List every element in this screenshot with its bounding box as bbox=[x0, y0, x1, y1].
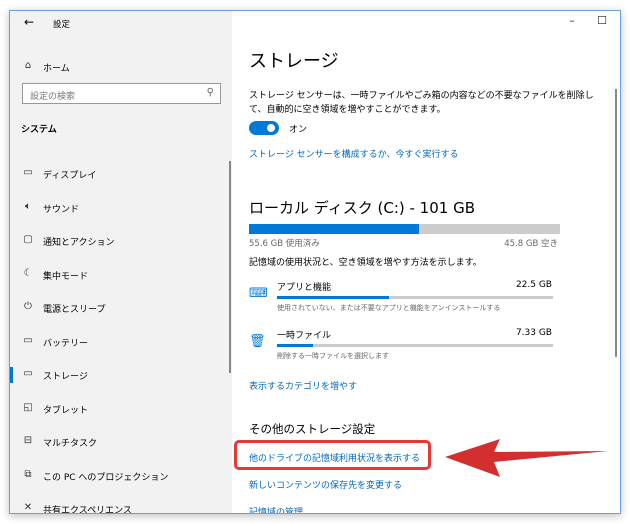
speaker-icon: 🔈︎ bbox=[25, 200, 31, 212]
other-settings-heading: その他のストレージ設定 bbox=[249, 422, 376, 436]
sidebar-item-label: 共有エクスペリエンス bbox=[43, 506, 132, 514]
free-label: 45.8 GB 空き bbox=[504, 239, 558, 249]
projection-icon: ⧉ bbox=[24, 468, 32, 480]
shared-icon: ✕ bbox=[23, 502, 33, 513]
sidebar-item-2[interactable]: ▢ 通知とアクション bbox=[10, 230, 232, 252]
category-bar bbox=[277, 344, 553, 347]
sidebar-item-6[interactable]: ▭ ストレージ bbox=[10, 364, 232, 386]
sidebar-item-7[interactable]: ◱ タブレット bbox=[10, 398, 232, 420]
maximize-button[interactable]: ☐ bbox=[592, 14, 612, 27]
sense-description-2: て、自動的に空き領域を増やすことができます。 bbox=[249, 105, 446, 115]
battery-icon: ▭ bbox=[23, 334, 33, 346]
tablet-icon: ◱ bbox=[23, 401, 33, 413]
search-input[interactable]: 設定の検索 ⚲ bbox=[22, 83, 221, 104]
home-label: ホーム bbox=[43, 64, 70, 74]
sidebar-item-label: バッテリー bbox=[43, 338, 89, 349]
sidebar-item-label: 集中モード bbox=[43, 271, 89, 282]
main-scrollbar[interactable] bbox=[615, 89, 617, 357]
sidebar-item-label: 電源とスリープ bbox=[43, 305, 106, 315]
category-description: 削除する一時ファイルを選択します bbox=[277, 352, 389, 360]
manage-storage-link[interactable]: 記憶域の管理 bbox=[249, 505, 303, 513]
trash-icon: 🗑︎ bbox=[249, 334, 266, 349]
moon-icon: ☾ bbox=[23, 267, 33, 279]
sidebar-item-label: 通知とアクション bbox=[43, 238, 115, 248]
monitor-icon: ▭ bbox=[23, 167, 33, 178]
sidebar-item-0[interactable]: ▭ ディスプレイ bbox=[10, 163, 232, 185]
sidebar-scrollbar[interactable] bbox=[229, 161, 231, 373]
used-label: 55.6 GB 使用済み bbox=[249, 239, 320, 249]
annotation-arrow bbox=[445, 439, 608, 477]
apps-icon: ⌨ bbox=[249, 286, 268, 301]
minimize-button[interactable]: – bbox=[562, 14, 582, 27]
configure-sense-link[interactable]: ストレージ センサーを構成するか、今すぐ実行する bbox=[249, 147, 459, 160]
selected-indicator bbox=[10, 367, 13, 383]
disk-usage-bar bbox=[249, 224, 560, 234]
sidebar-item-9[interactable]: ⧉ この PC へのプロジェクション bbox=[10, 465, 232, 487]
change-save-location-link[interactable]: 新しいコンテンツの保存先を変更する bbox=[249, 478, 402, 491]
sidebar-item-label: マルチタスク bbox=[43, 439, 98, 449]
sidebar-item-4[interactable]: ⏻ 電源とスリープ bbox=[10, 297, 232, 319]
sidebar-item-label: ディスプレイ bbox=[43, 171, 97, 181]
search-icon: ⚲ bbox=[206, 87, 214, 98]
category-name: アプリと機能 bbox=[277, 283, 332, 293]
sidebar-item-1[interactable]: 🔈︎ サウンド bbox=[10, 197, 232, 219]
sense-description: ストレージ センサーは、一時ファイルやごみ箱の内容などの不要なファイルを削除し bbox=[249, 91, 594, 101]
sidebar-item-label: この PC へのプロジェクション bbox=[43, 472, 169, 483]
more-categories-link[interactable]: 表示するカテゴリを増やす bbox=[249, 379, 357, 392]
sidebar-home[interactable]: ⌂ ホーム bbox=[10, 56, 232, 78]
notification-icon: ▢ bbox=[23, 234, 33, 245]
sidebar-item-3[interactable]: ☾ 集中モード bbox=[10, 264, 232, 286]
sidebar-item-5[interactable]: ▭ バッテリー bbox=[10, 331, 232, 353]
sidebar-item-label: タブレット bbox=[43, 405, 89, 416]
category-name: 一時ファイル bbox=[277, 331, 332, 341]
home-icon: ⌂ bbox=[24, 60, 32, 71]
storage-sense-toggle[interactable] bbox=[249, 121, 279, 135]
multitask-icon: ⊟ bbox=[23, 435, 33, 446]
search-placeholder: 設定の検索 bbox=[30, 92, 76, 102]
page-title: ストレージ bbox=[249, 51, 339, 72]
sidebar-item-10[interactable]: ✕ 共有エクスペリエンス bbox=[10, 498, 232, 514]
usage-description: 記憶域の使用状況と、空き領域を増やす方法を示します。 bbox=[249, 258, 482, 268]
sidebar-item-label: ストレージ bbox=[43, 372, 88, 382]
category-size: 22.5 GB bbox=[515, 280, 552, 290]
category-size: 7.33 GB bbox=[515, 328, 552, 338]
category-bar bbox=[277, 296, 553, 299]
sidebar: ← 設定 ⌂ ホーム 設定の検索 ⚲ システム ▭ ディスプレイ 🔈︎ サウンド ▢ 通知… bbox=[10, 11, 232, 513]
power-icon: ⏻ bbox=[24, 301, 32, 312]
highlight-box bbox=[234, 440, 431, 470]
disk-title: ローカル ディスク (C:) - 101 GB bbox=[249, 199, 475, 217]
storage-icon: ▭ bbox=[23, 368, 33, 379]
back-button[interactable]: ← bbox=[24, 15, 34, 29]
section-heading: システム bbox=[21, 125, 57, 135]
toggle-state: オン bbox=[289, 125, 308, 135]
window-title: 設定 bbox=[53, 20, 71, 30]
sidebar-item-8[interactable]: ⊟ マルチタスク bbox=[10, 431, 232, 453]
sidebar-item-label: サウンド bbox=[43, 204, 80, 215]
category-description: 使用されていない、または不要なアプリと機能をアンインストールする bbox=[277, 304, 501, 312]
